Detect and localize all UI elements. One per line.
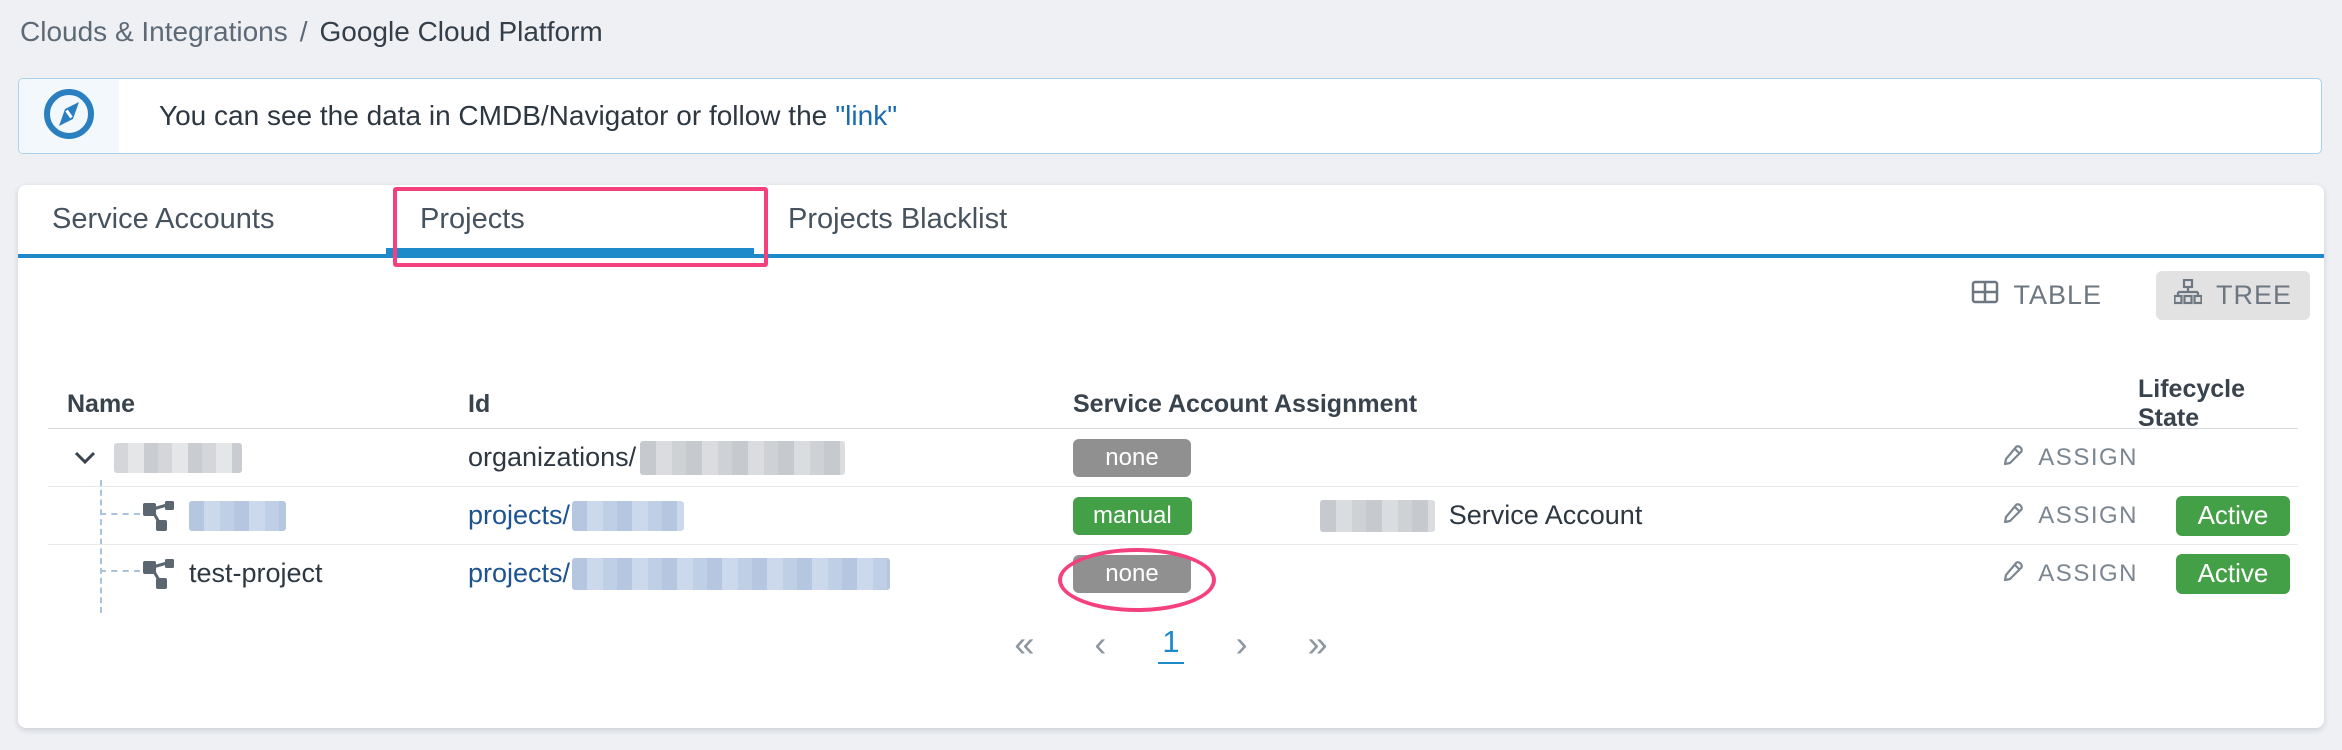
main-card: Service Accounts Projects Projects Black… (18, 185, 2324, 728)
tab-projects-blacklist[interactable]: Projects Blacklist (754, 185, 1122, 254)
assign-button[interactable]: ASSIGN (2002, 558, 2138, 589)
pencil-icon (2002, 500, 2026, 531)
tab-projects-label: Projects (420, 203, 525, 236)
redacted-project-id (572, 501, 684, 531)
pagination-first-button[interactable]: « (1006, 623, 1042, 665)
column-header-name: Name (48, 390, 468, 419)
organization-id-prefix: organizations/ (468, 442, 636, 473)
table-icon (1971, 280, 1999, 311)
tab-projects-blacklist-label: Projects Blacklist (788, 203, 1007, 236)
chevron-down-icon[interactable] (74, 451, 96, 465)
info-banner: You can see the data in CMDB/Navigator o… (18, 78, 2322, 154)
redacted-organization-name (114, 443, 242, 473)
project-id-link[interactable]: projects/ (468, 500, 684, 531)
pagination-next-button[interactable]: › (1228, 623, 1256, 665)
breadcrumb-current-page: Google Cloud Platform (320, 16, 603, 48)
assigned-service-account: Service Account (1320, 500, 1643, 532)
tab-bar: Service Accounts Projects Projects Black… (18, 185, 2324, 258)
assign-button[interactable]: ASSIGN (2002, 500, 2138, 531)
assign-button[interactable]: ASSIGN (2002, 442, 2138, 473)
table-row-organization: organizations/ none ASSIGN (48, 429, 2298, 487)
view-toggle: TABLE TREE (1953, 271, 2310, 320)
assign-label: ASSIGN (2038, 560, 2138, 588)
pencil-icon (2002, 558, 2026, 589)
gcp-integration-page: Clouds & Integrations / Google Cloud Pla… (0, 0, 2342, 750)
assign-label: ASSIGN (2038, 444, 2138, 472)
compass-icon (41, 86, 97, 147)
pencil-icon (2002, 442, 2026, 473)
service-account-suffix: Service Account (1449, 500, 1643, 531)
redacted-service-account-name (1320, 500, 1435, 532)
organization-id: organizations/ (468, 441, 845, 475)
column-header-service-account-assignment: Service Account Assignment (1073, 390, 1948, 419)
info-banner-icon-cell (19, 79, 119, 153)
project-id-link[interactable]: projects/ (468, 558, 890, 590)
table-header-row: Name Id Service Account Assignment Lifec… (48, 380, 2298, 429)
redacted-project-id (572, 558, 890, 590)
table-view-label: TABLE (2013, 280, 2102, 311)
lifecycle-badge-active: Active (2176, 554, 2290, 594)
breadcrumb: Clouds & Integrations / Google Cloud Pla… (20, 16, 603, 48)
pagination: « ‹ 1 › » (18, 623, 2324, 665)
redacted-project-name-link[interactable] (189, 501, 286, 531)
column-header-lifecycle-state: Lifecycle State (2138, 375, 2298, 433)
assign-label: ASSIGN (2038, 502, 2138, 530)
table-row-project-redacted: projects/ manual Service Account (48, 487, 2298, 545)
assignment-badge-manual: manual (1073, 497, 1192, 535)
pagination-current-page[interactable]: 1 (1158, 624, 1183, 664)
breadcrumb-separator: / (300, 16, 308, 48)
project-icon (143, 559, 175, 589)
tree-view-label: TREE (2216, 280, 2292, 311)
tree-icon (2174, 279, 2202, 312)
pagination-last-button[interactable]: » (1300, 623, 1336, 665)
project-name: test-project (189, 558, 323, 589)
info-banner-message: You can see the data in CMDB/Navigator o… (159, 100, 827, 132)
assignment-badge-none: none (1073, 439, 1191, 477)
assignment-badge-none: none (1073, 555, 1191, 593)
column-header-id: Id (468, 390, 1073, 419)
lifecycle-badge-active: Active (2176, 496, 2290, 536)
tab-projects[interactable]: Projects (386, 185, 754, 254)
redacted-organization-id (640, 441, 845, 475)
table-view-button[interactable]: TABLE (1953, 272, 2120, 319)
info-banner-link[interactable]: "link" (835, 100, 897, 132)
table-row-test-project: test-project projects/ none (48, 545, 2298, 602)
projects-table: Name Id Service Account Assignment Lifec… (48, 380, 2298, 602)
tab-service-accounts-label: Service Accounts (52, 203, 274, 236)
info-banner-text: You can see the data in CMDB/Navigator o… (119, 79, 897, 153)
tab-service-accounts[interactable]: Service Accounts (18, 185, 386, 254)
breadcrumb-clouds-integrations[interactable]: Clouds & Integrations (20, 16, 288, 48)
project-id-prefix: projects/ (468, 500, 570, 531)
pagination-prev-button[interactable]: ‹ (1086, 623, 1114, 665)
tree-view-button[interactable]: TREE (2156, 271, 2310, 320)
project-icon (143, 501, 175, 531)
project-id-prefix: projects/ (468, 558, 570, 589)
